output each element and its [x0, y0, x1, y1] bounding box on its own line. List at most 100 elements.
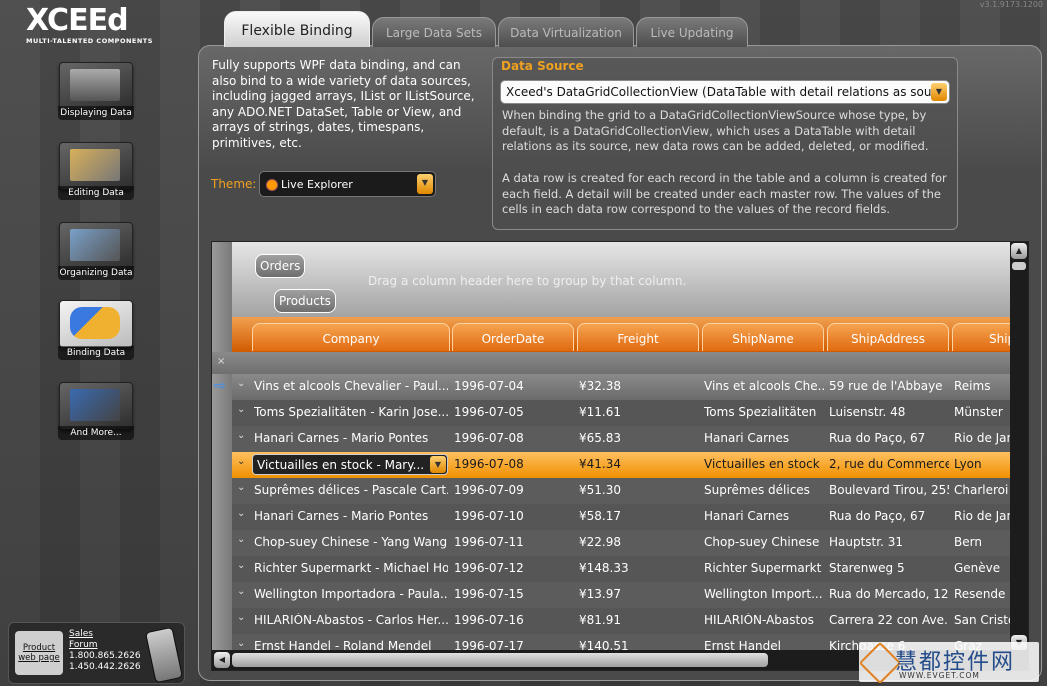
- table-cell[interactable]: ¥58.17: [579, 509, 699, 523]
- table-cell[interactable]: Rio de Jan: [954, 431, 1014, 445]
- theme-select[interactable]: Live Explorer ▼: [259, 171, 436, 197]
- table-cell[interactable]: Chop-suey Chinese: [704, 535, 824, 549]
- table-cell[interactable]: 1996-07-11: [454, 535, 574, 549]
- table-cell[interactable]: Hauptstr. 31: [829, 535, 949, 549]
- insertion-row[interactable]: ×: [212, 352, 1010, 374]
- expand-detail-icon[interactable]: ⌄: [237, 482, 245, 493]
- sidebar-item-editing-data[interactable]: Editing Data: [58, 142, 134, 200]
- expand-detail-icon[interactable]: ⌄: [237, 534, 245, 545]
- table-row[interactable]: ⌄ Hanari Carnes - Mario Pontes 1996-07-10 ¥…: [232, 504, 1014, 530]
- table-cell[interactable]: 1996-07-10: [454, 509, 574, 523]
- table-cell[interactable]: ¥13.97: [579, 587, 699, 601]
- tab-data-virtualization[interactable]: Data Virtualization: [498, 17, 634, 47]
- table-cell[interactable]: Richter Supermarkt - Michael Holz: [254, 561, 448, 575]
- table-cell[interactable]: ¥51.30: [579, 483, 699, 497]
- column-header-company[interactable]: Company: [252, 323, 450, 351]
- table-cell[interactable]: ¥22.98: [579, 535, 699, 549]
- table-cell[interactable]: 59 rue de l'Abbaye: [829, 379, 949, 393]
- expand-detail-icon[interactable]: ⌄: [237, 560, 245, 571]
- table-cell[interactable]: Wellington Importadora - Paula...: [254, 587, 448, 601]
- table-cell[interactable]: Toms Spezialitäten: [704, 405, 824, 419]
- table-cell[interactable]: Carrera 22 con Ave...: [829, 613, 949, 627]
- table-cell[interactable]: Resende: [954, 587, 1014, 601]
- table-cell[interactable]: Luisenstr. 48: [829, 405, 949, 419]
- expand-detail-icon[interactable]: ⌄: [237, 586, 245, 597]
- table-row[interactable]: ⌄ Toms Spezialitäten - Karin Jose... 1996-…: [232, 400, 1010, 426]
- table-cell[interactable]: Vins et alcools Chevalier - Paul...: [254, 379, 448, 393]
- sidebar-item-and-more[interactable]: And More...: [58, 382, 134, 440]
- tab-large-data-sets[interactable]: Large Data Sets: [372, 17, 496, 47]
- table-cell[interactable]: 1996-07-15: [454, 587, 574, 601]
- table-cell[interactable]: Münster: [954, 405, 1014, 419]
- expand-detail-icon[interactable]: ⌄: [237, 638, 245, 649]
- table-cell[interactable]: Boulevard Tirou, 255: [829, 483, 949, 497]
- table-cell[interactable]: Chop-suey Chinese - Yang Wang: [254, 535, 448, 549]
- sidebar-item-binding-data[interactable]: Binding Data: [58, 300, 134, 360]
- expand-detail-icon[interactable]: ⌄: [237, 612, 245, 623]
- table-cell[interactable]: Rua do Mercado, 12: [829, 587, 949, 601]
- table-cell[interactable]: San Cristó: [954, 613, 1014, 627]
- table-cell[interactable]: Hanari Carnes: [704, 431, 824, 445]
- product-web-page-link[interactable]: Product web page: [15, 631, 63, 675]
- column-header-shipname[interactable]: ShipName: [702, 323, 824, 351]
- table-cell[interactable]: Toms Spezialitäten - Karin Jose...: [254, 405, 448, 419]
- table-cell[interactable]: 1996-07-05: [454, 405, 574, 419]
- tab-live-updating[interactable]: Live Updating: [636, 17, 748, 47]
- tab-flexible-binding[interactable]: Flexible Binding: [224, 11, 370, 47]
- chevron-down-icon[interactable]: ▼: [417, 174, 433, 194]
- table-cell[interactable]: Suprêmes délices: [704, 483, 824, 497]
- sidebar-item-organizing-data[interactable]: Organizing Data: [58, 222, 134, 280]
- table-cell[interactable]: Rua do Paço, 67: [829, 431, 949, 445]
- table-cell[interactable]: Vins et alcools Che...: [704, 379, 824, 393]
- table-cell[interactable]: Reims: [954, 379, 1014, 393]
- table-cell[interactable]: HILARIÓN-Abastos: [704, 613, 824, 627]
- scroll-left-icon[interactable]: ◀: [214, 652, 230, 668]
- column-header-orderdate[interactable]: OrderDate: [452, 323, 574, 351]
- table-cell[interactable]: 1996-07-09: [454, 483, 574, 497]
- table-cell[interactable]: Richter Supermarkt: [704, 561, 824, 575]
- table-row[interactable]: ⌄ Richter Supermarkt - Michael Holz 1996-0…: [232, 556, 1010, 582]
- table-cell[interactable]: ¥11.61: [579, 405, 699, 419]
- group-by-panel[interactable]: Orders Products Drag a column header her…: [232, 242, 1010, 317]
- table-row[interactable]: ⌄ Hanari Carnes - Mario Pontes 1996-07-08 ¥…: [232, 426, 1014, 452]
- table-cell[interactable]: Rio de Jan: [954, 509, 1014, 523]
- table-row[interactable]: ⌄ Victuailles en stock - Mary... ▼ 1996-07-…: [232, 452, 1010, 478]
- table-cell[interactable]: Hanari Carnes - Mario Pontes: [254, 509, 448, 523]
- expand-detail-icon[interactable]: ⌄: [237, 430, 245, 441]
- table-cell[interactable]: Victuailles en stock: [704, 457, 824, 471]
- table-cell[interactable]: 1996-07-08: [454, 431, 574, 445]
- table-cell[interactable]: Charleroi: [954, 483, 1014, 497]
- expand-detail-icon[interactable]: ⌄: [237, 378, 245, 389]
- table-cell[interactable]: Suprêmes délices - Pascale Cart...: [254, 483, 448, 497]
- table-cell[interactable]: Starenweg 5: [829, 561, 949, 575]
- expand-detail-icon[interactable]: ⌄: [237, 404, 245, 415]
- table-cell[interactable]: Lyon: [954, 457, 1014, 471]
- horizontal-scroll-thumb[interactable]: [232, 653, 768, 667]
- company-cell-editor[interactable]: Victuailles en stock - Mary... ▼: [252, 454, 448, 475]
- chevron-down-icon[interactable]: ▼: [430, 456, 446, 473]
- column-header-freight[interactable]: Freight: [577, 323, 699, 351]
- table-row[interactable]: ⌄ Wellington Importadora - Paula... 1996-0…: [232, 582, 1010, 608]
- table-cell[interactable]: 1996-07-04: [454, 379, 574, 393]
- table-cell[interactable]: ¥148.33: [579, 561, 699, 575]
- table-row[interactable]: ⌄ Chop-suey Chinese - Yang Wang 1996-07-11…: [232, 530, 1010, 556]
- table-cell[interactable]: Genève: [954, 561, 1014, 575]
- expand-detail-icon[interactable]: ⌄: [237, 456, 245, 467]
- vertical-scrollbar[interactable]: ▲ ▼: [1010, 242, 1028, 652]
- scroll-up-icon[interactable]: ▲: [1011, 243, 1027, 259]
- table-row[interactable]: ⌄ Suprêmes délices - Pascale Cart... 1996-…: [232, 478, 1010, 504]
- forum-link[interactable]: Forum: [69, 640, 141, 651]
- group-by-orders[interactable]: Orders: [255, 254, 306, 278]
- table-row[interactable]: ⌄ HILARIÓN-Abastos - Carlos Her... 1996-07…: [232, 608, 1014, 634]
- chevron-down-icon[interactable]: ▼: [931, 83, 947, 101]
- table-cell[interactable]: 1996-07-08: [454, 457, 574, 471]
- table-cell[interactable]: ¥32.38: [579, 379, 699, 393]
- table-cell[interactable]: Hanari Carnes - Mario Pontes: [254, 431, 448, 445]
- table-cell[interactable]: 1996-07-16: [454, 613, 574, 627]
- table-row[interactable]: ⌄ Vins et alcools Chevalier - Paul... 1996…: [232, 374, 1010, 400]
- table-cell[interactable]: ¥81.91: [579, 613, 699, 627]
- sales-link[interactable]: Sales: [69, 629, 141, 640]
- expand-detail-icon[interactable]: ⌄: [237, 508, 245, 519]
- table-cell[interactable]: Hanari Carnes: [704, 509, 824, 523]
- table-cell[interactable]: ¥65.83: [579, 431, 699, 445]
